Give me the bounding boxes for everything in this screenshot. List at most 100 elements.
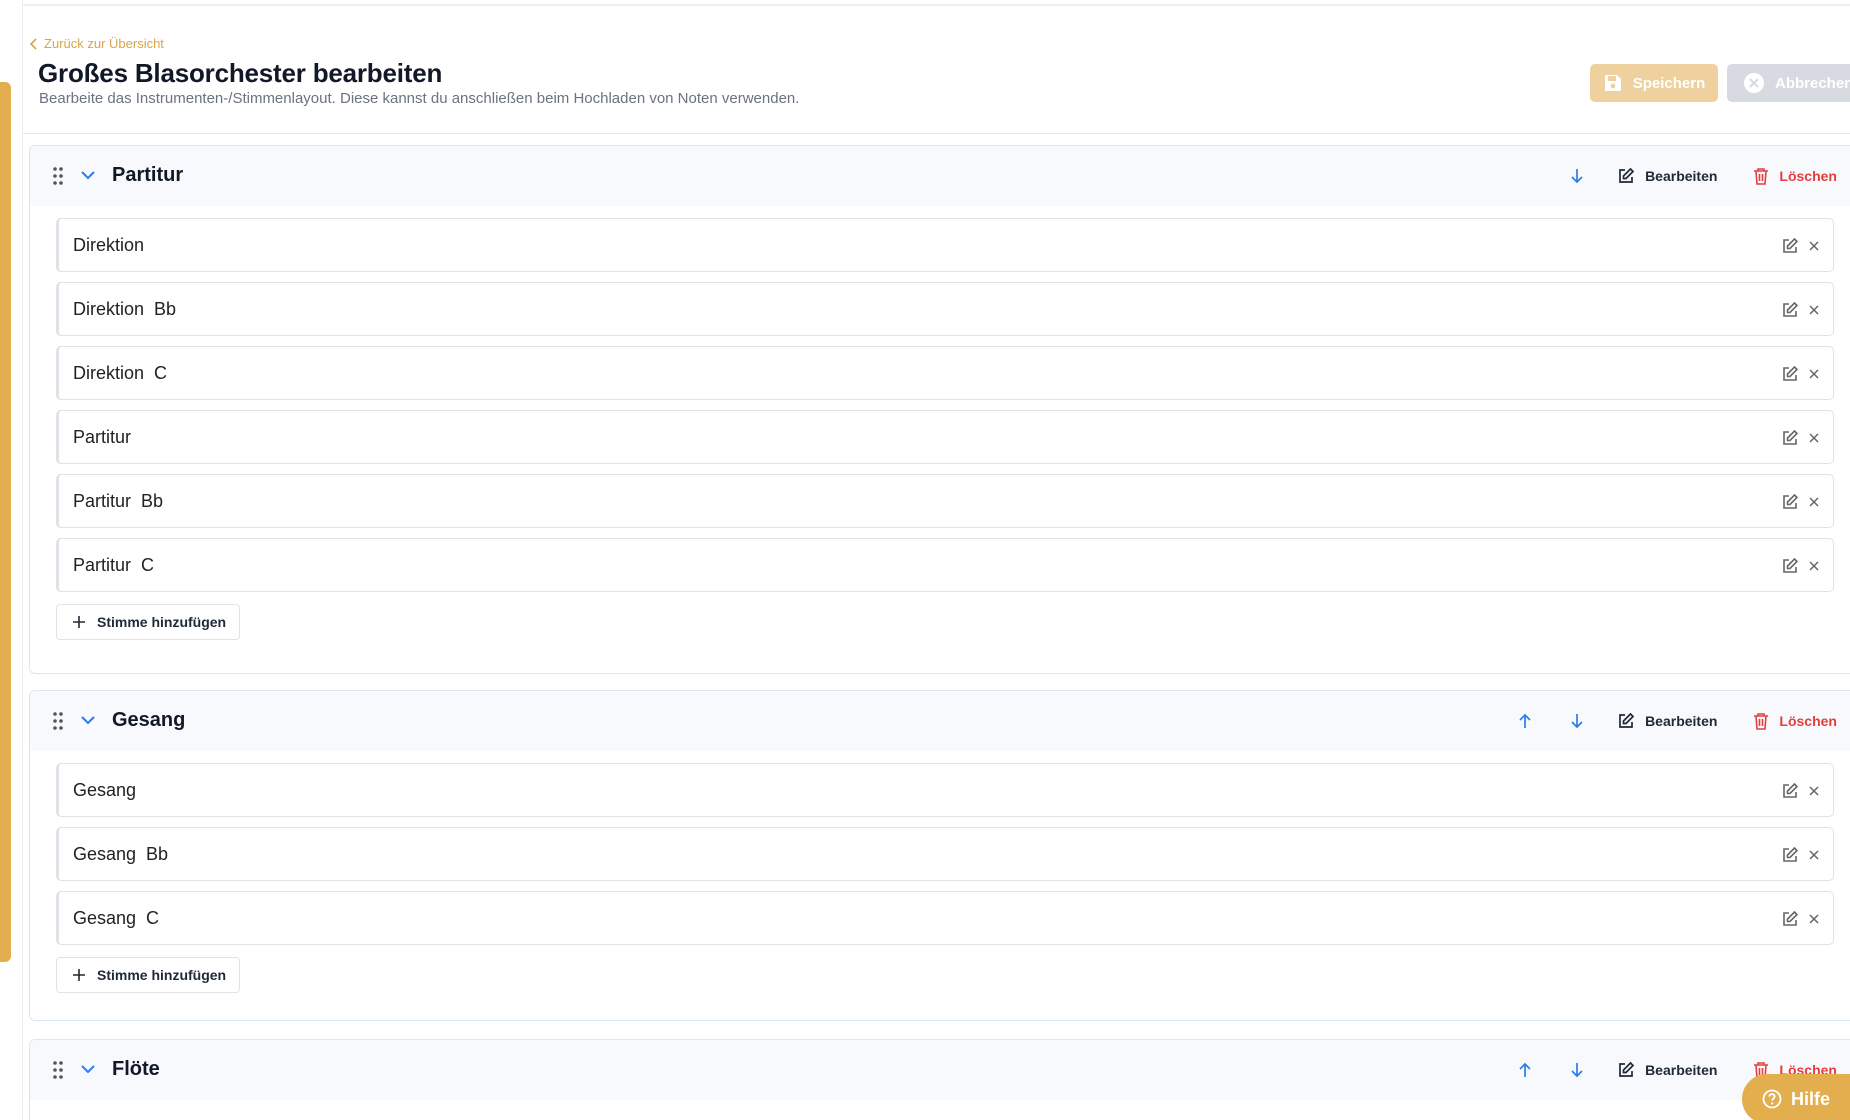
edit-icon[interactable] xyxy=(1781,301,1799,319)
group-header: Gesang Bearbeiten Löschen xyxy=(30,691,1850,751)
edit-icon[interactable] xyxy=(1781,782,1799,800)
group-title: Gesang xyxy=(112,709,186,731)
edit-group-button[interactable]: Bearbeiten xyxy=(1617,712,1717,730)
group-actions: Bearbeiten Löschen xyxy=(1551,146,1837,206)
voice-list: Direktion Direktion Bb Direktion C Parti… xyxy=(30,206,1850,666)
delete-group-label: Löschen xyxy=(1779,168,1837,184)
edit-icon[interactable] xyxy=(1781,846,1799,864)
voice-name: Gesang xyxy=(73,779,137,800)
page-title: Großes Blasorchester bearbeiten xyxy=(38,58,443,88)
drag-handle-icon[interactable] xyxy=(52,1060,64,1080)
voice-list: Gesang Gesang Bb Gesang C Stimme hinzufü… xyxy=(30,751,1850,1019)
edit-group-label: Bearbeiten xyxy=(1645,168,1718,184)
group-title: Partitur xyxy=(112,164,184,186)
add-voice-button[interactable]: Stimme hinzufügen xyxy=(56,957,241,993)
trash-icon xyxy=(1754,168,1769,185)
arrow-up-icon xyxy=(1519,713,1531,728)
instrument-group-floete: Flöte Bearbeiten Löschen xyxy=(29,1039,1850,1120)
close-circle-icon xyxy=(1744,73,1764,93)
cancel-button-label: Abbrechen xyxy=(1775,74,1850,92)
help-button[interactable]: Hilfe xyxy=(1742,1074,1850,1120)
plus-icon xyxy=(73,969,85,981)
voice-row: Partitur C xyxy=(56,538,1834,592)
edit-icon xyxy=(1619,1061,1635,1077)
back-link-label: Zurück zur Übersicht xyxy=(44,36,164,51)
instrument-group-gesang: Gesang Bearbeiten Löschen Gesang Gesang … xyxy=(29,690,1850,1021)
voice-row: Gesang xyxy=(56,763,1834,817)
voice-row: Direktion C xyxy=(56,346,1834,400)
move-up-button[interactable] xyxy=(1499,1040,1551,1100)
group-header: Partitur Bearbeiten Löschen xyxy=(30,146,1850,206)
page-header: Zurück zur Übersicht Großes Blasorcheste… xyxy=(22,0,1850,134)
voice-name: Direktion C xyxy=(73,362,168,383)
add-voice-button[interactable]: Stimme hinzufügen xyxy=(56,604,241,640)
chevron-down-icon[interactable] xyxy=(81,169,95,181)
sidebar-scroll-indicator[interactable] xyxy=(0,82,11,962)
voice-row: Gesang C xyxy=(56,891,1834,945)
voice-name: Gesang Bb xyxy=(73,843,169,864)
voice-row: Direktion Bb xyxy=(56,282,1834,336)
voice-name: Gesang C xyxy=(73,907,160,928)
delete-group-button[interactable]: Löschen xyxy=(1753,167,1837,185)
edit-icon[interactable] xyxy=(1781,557,1799,575)
trash-icon xyxy=(1754,713,1769,730)
instrument-group-partitur: Partitur Bearbeiten Löschen Direktion Di… xyxy=(29,145,1850,674)
drag-handle-icon[interactable] xyxy=(52,166,64,186)
close-icon[interactable] xyxy=(1807,239,1821,253)
arrow-down-icon xyxy=(1571,169,1583,184)
arrow-up-icon xyxy=(1519,1062,1531,1077)
group-actions: Bearbeiten Löschen xyxy=(1499,691,1837,751)
add-voice-label: Stimme hinzufügen xyxy=(97,614,227,630)
page-subtitle: Bearbeite das Instrumenten-/Stimmenlayou… xyxy=(39,90,800,107)
chevron-down-icon[interactable] xyxy=(81,1063,95,1075)
group-title: Flöte xyxy=(112,1058,160,1080)
voice-row: Partitur xyxy=(56,410,1834,464)
plus-icon xyxy=(73,616,85,628)
close-icon[interactable] xyxy=(1807,559,1821,573)
move-down-button[interactable] xyxy=(1551,1040,1603,1100)
help-button-label: Hilfe xyxy=(1791,1088,1831,1109)
delete-group-button[interactable]: Löschen xyxy=(1753,712,1837,730)
voice-row: Direktion xyxy=(56,218,1834,272)
editor-page: Zurück zur Übersicht Großes Blasorcheste… xyxy=(22,0,1850,1120)
close-icon[interactable] xyxy=(1807,303,1821,317)
cancel-button[interactable]: Abbrechen xyxy=(1727,64,1850,102)
close-icon[interactable] xyxy=(1807,431,1821,445)
edit-icon xyxy=(1619,167,1635,183)
move-down-button[interactable] xyxy=(1551,146,1603,206)
voice-name: Partitur C xyxy=(73,554,155,575)
close-icon[interactable] xyxy=(1807,848,1821,862)
group-header: Flöte Bearbeiten Löschen xyxy=(30,1040,1850,1100)
floppy-disk-icon xyxy=(1604,75,1621,91)
chevron-left-icon xyxy=(29,37,37,50)
back-link[interactable]: Zurück zur Übersicht xyxy=(29,36,164,51)
arrow-down-icon xyxy=(1571,714,1583,729)
edit-icon[interactable] xyxy=(1781,910,1799,928)
delete-group-label: Löschen xyxy=(1779,713,1837,729)
edit-group-button[interactable]: Bearbeiten xyxy=(1617,1061,1717,1079)
arrow-down-icon xyxy=(1571,1063,1583,1078)
edit-icon[interactable] xyxy=(1781,493,1799,511)
edit-group-button[interactable]: Bearbeiten xyxy=(1617,167,1717,185)
voice-row: Gesang Bb xyxy=(56,827,1834,881)
close-icon[interactable] xyxy=(1807,784,1821,798)
edit-group-label: Bearbeiten xyxy=(1645,713,1718,729)
voice-name: Direktion Bb xyxy=(73,298,177,319)
move-up-button[interactable] xyxy=(1499,691,1551,751)
voice-name: Partitur Bb xyxy=(73,490,164,511)
question-circle-icon xyxy=(1762,1089,1782,1109)
edit-icon[interactable] xyxy=(1781,237,1799,255)
close-icon[interactable] xyxy=(1807,495,1821,509)
move-down-button[interactable] xyxy=(1551,691,1603,751)
edit-icon[interactable] xyxy=(1781,365,1799,383)
edit-icon xyxy=(1619,712,1635,728)
close-icon[interactable] xyxy=(1807,912,1821,926)
chevron-down-icon[interactable] xyxy=(81,714,95,726)
drag-handle-icon[interactable] xyxy=(52,711,64,731)
edit-group-label: Bearbeiten xyxy=(1645,1062,1718,1078)
voice-row: Partitur Bb xyxy=(56,474,1834,528)
voice-name: Direktion xyxy=(73,234,145,255)
save-button[interactable]: Speichern xyxy=(1590,64,1718,102)
edit-icon[interactable] xyxy=(1781,429,1799,447)
close-icon[interactable] xyxy=(1807,367,1821,381)
